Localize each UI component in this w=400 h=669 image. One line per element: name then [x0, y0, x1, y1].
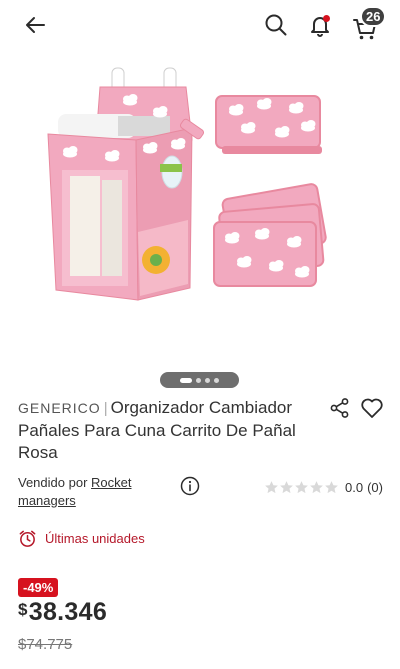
carousel-dot[interactable]	[205, 377, 210, 383]
star-icon	[310, 480, 323, 493]
notification-dot	[323, 15, 330, 22]
search-icon	[265, 14, 287, 36]
info-icon	[180, 476, 200, 496]
arrow-left-icon	[26, 17, 45, 33]
alarm-clock-icon	[19, 530, 36, 547]
share-button[interactable]	[329, 397, 351, 419]
stock-alert: Últimas unidades	[18, 529, 145, 548]
discount-badge: -49%	[18, 578, 59, 597]
cart-button[interactable]: 26	[350, 6, 387, 42]
search-button[interactable]	[262, 11, 290, 39]
original-price: $74.775	[18, 636, 73, 653]
star-icon	[280, 480, 293, 493]
cart-count-badge: 26	[360, 6, 387, 27]
seller-info: Vendido por Rocket managers	[18, 474, 168, 510]
currency-symbol: $	[18, 600, 28, 619]
seller-prefix: Vendido por	[18, 475, 88, 490]
product-rating[interactable]: 0.0 (0)	[264, 479, 383, 495]
brand-name[interactable]: GENERICO	[18, 400, 101, 416]
carousel-dot-active[interactable]	[180, 377, 192, 383]
product-title: GENERICO | Organizador Cambiador Pañales P…	[18, 397, 316, 464]
image-carousel-indicator[interactable]	[160, 372, 239, 388]
price-value: 38.346	[28, 598, 108, 626]
share-icon	[330, 398, 349, 418]
back-button[interactable]	[22, 12, 48, 38]
heart-icon	[361, 398, 383, 418]
seller-info-button[interactable]	[180, 476, 200, 496]
star-icon	[325, 480, 338, 493]
star-icon	[295, 480, 308, 493]
carousel-dot[interactable]	[214, 377, 219, 383]
product-image[interactable]	[0, 52, 400, 362]
favorite-button[interactable]	[360, 397, 384, 419]
title-separator: |	[103, 400, 108, 417]
carousel-dot[interactable]	[196, 377, 201, 383]
star-icon	[265, 480, 278, 493]
top-bar: 26	[0, 0, 400, 52]
product-photo	[47, 67, 327, 301]
current-price: $38.346	[18, 598, 107, 627]
rating-count: (0)	[367, 479, 383, 495]
stock-message: Últimas unidades	[45, 531, 145, 546]
notifications-button[interactable]	[306, 11, 334, 39]
rating-value: 0.0	[345, 479, 364, 495]
